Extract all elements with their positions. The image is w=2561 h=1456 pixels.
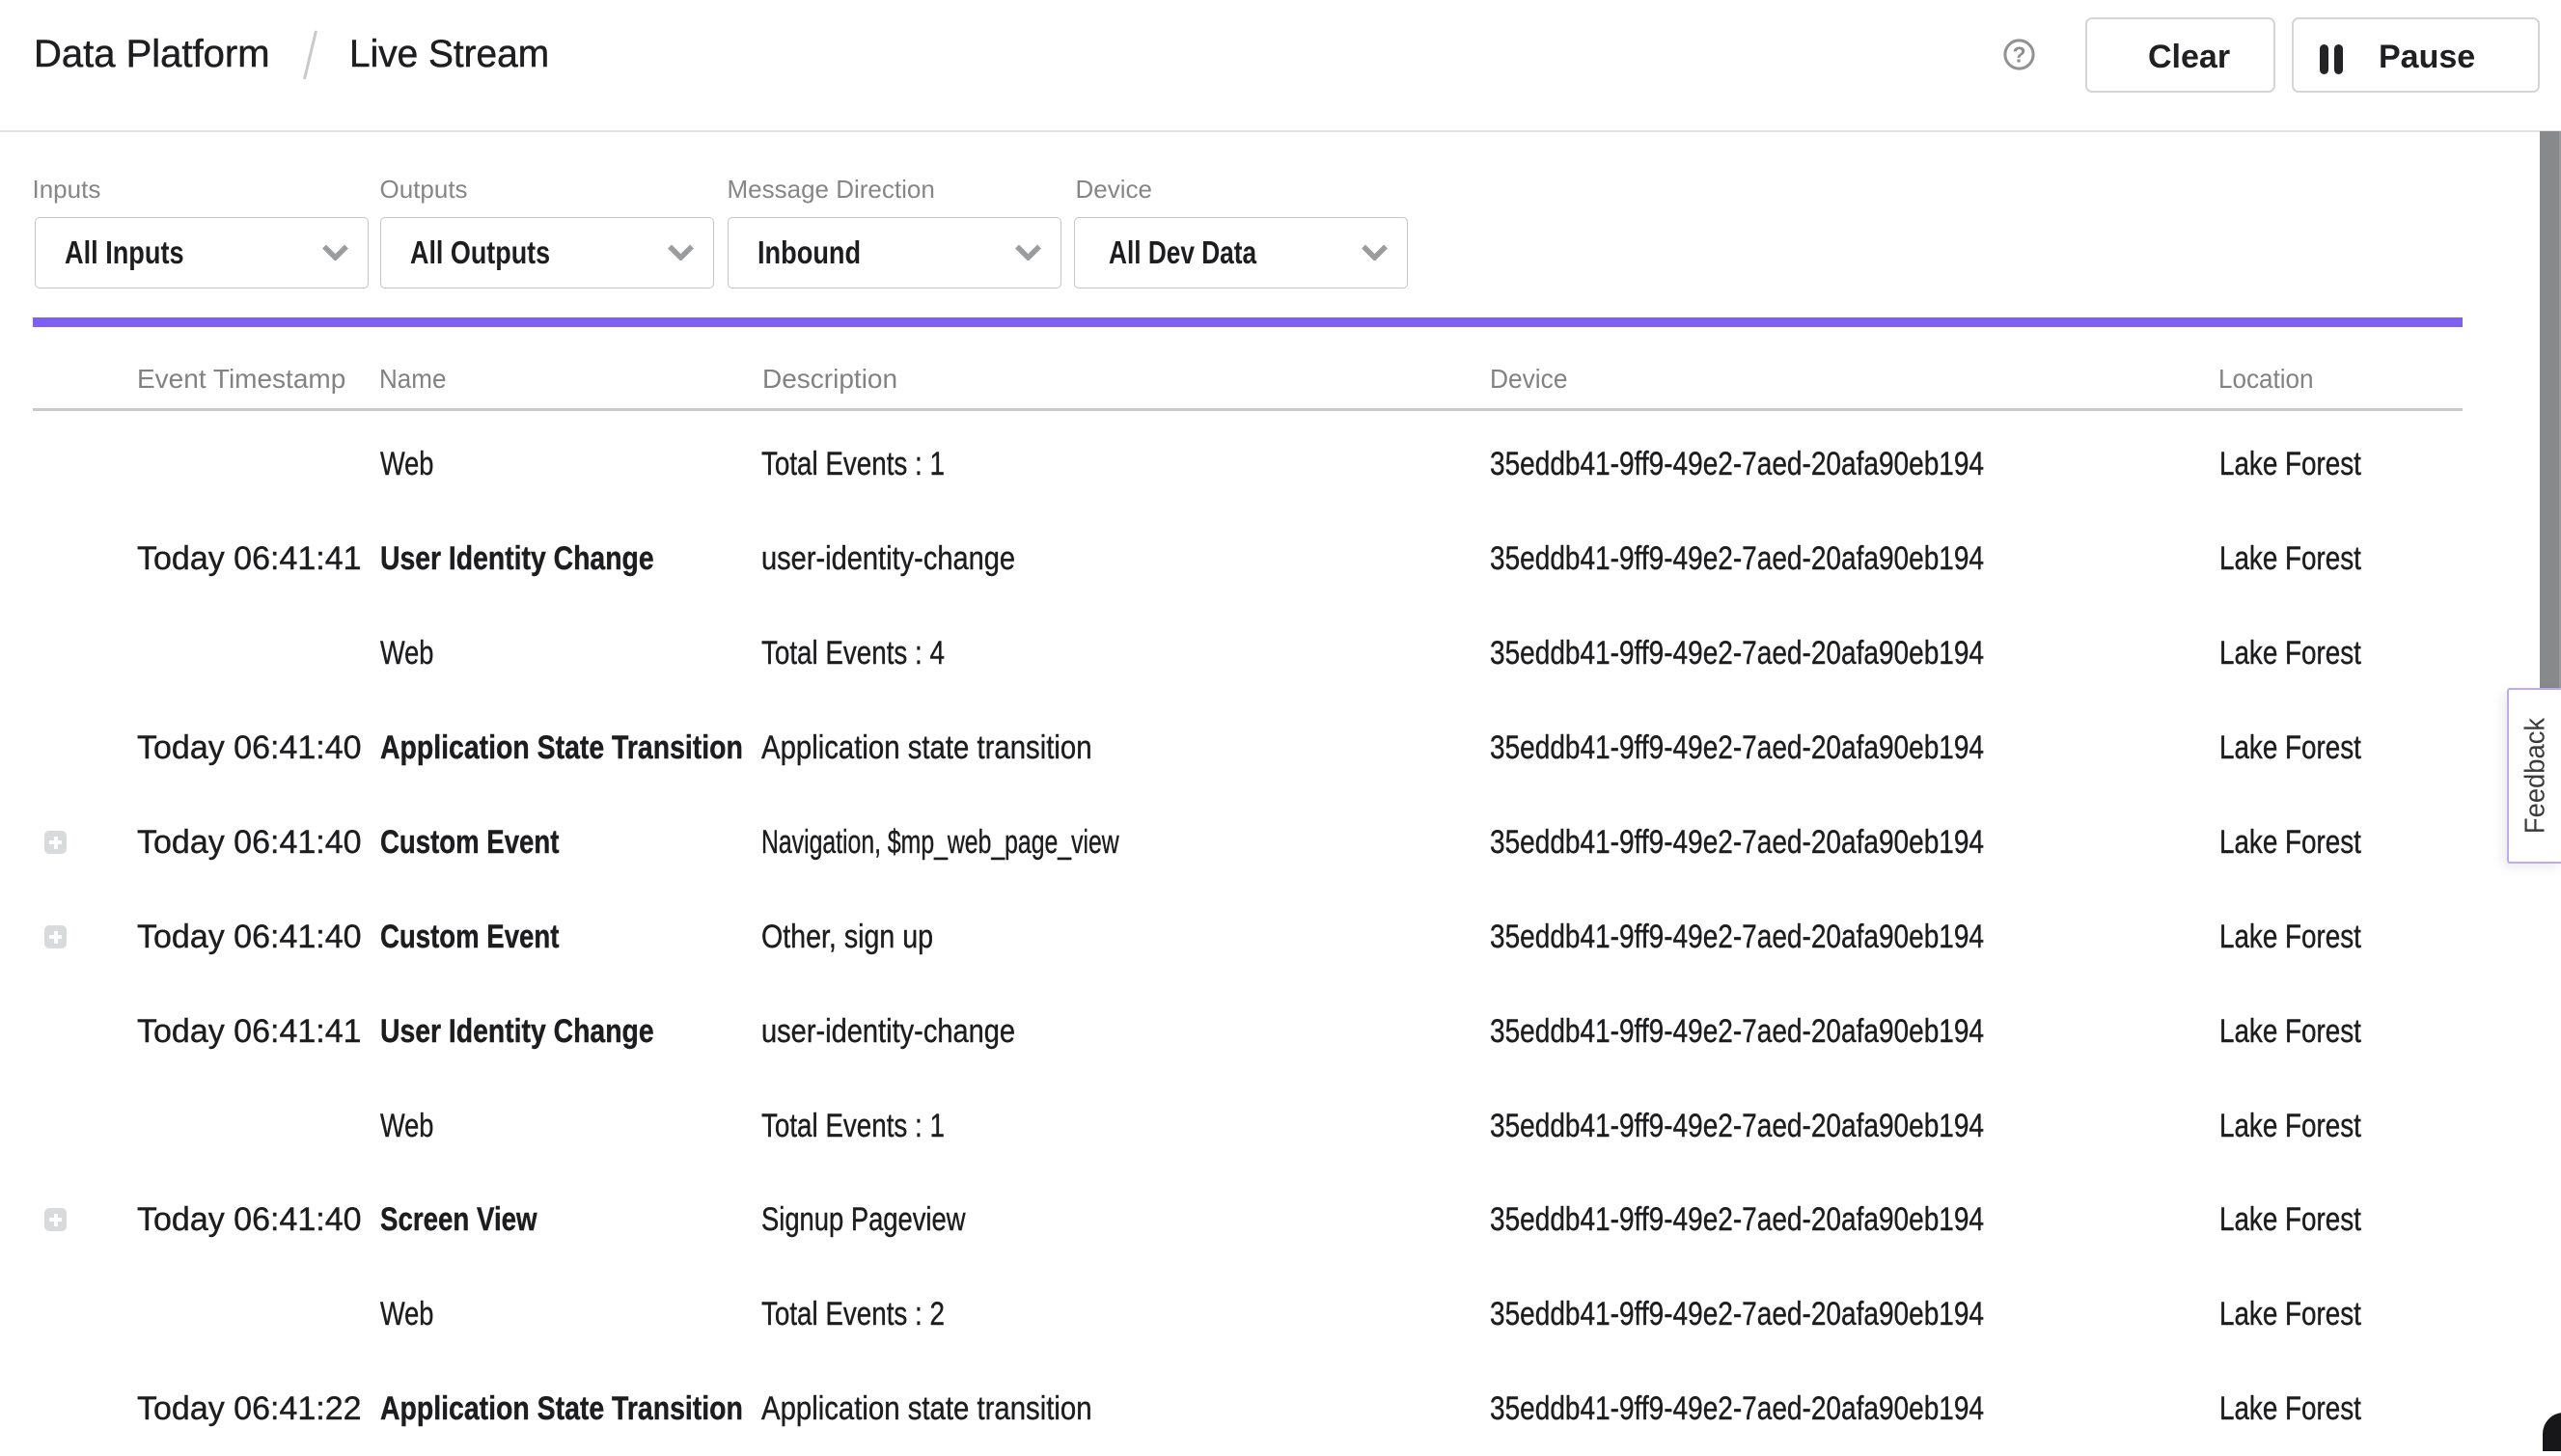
svg-text:?: ? (2012, 41, 2025, 67)
